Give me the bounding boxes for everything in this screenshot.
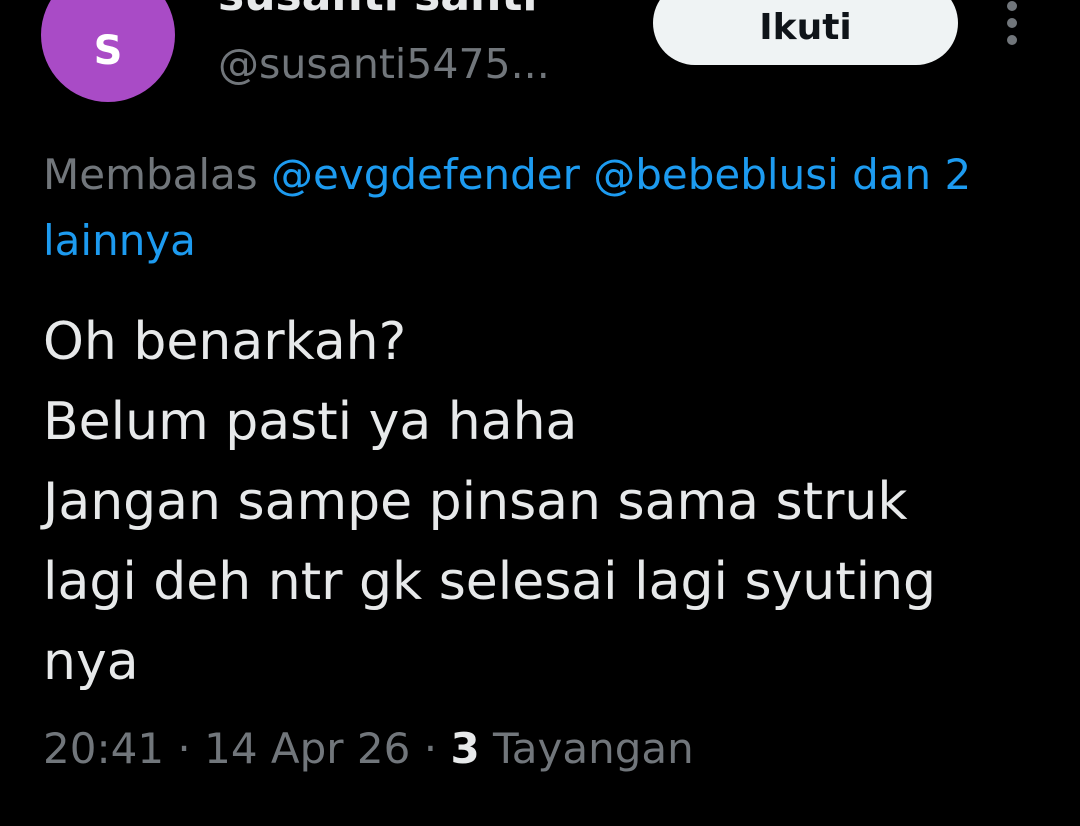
tweet-line: nya bbox=[43, 632, 139, 692]
views-label: Tayangan bbox=[493, 724, 694, 773]
more-options-button[interactable] bbox=[992, 0, 1032, 48]
tweet-line: Jangan sampe pinsan sama struk bbox=[43, 472, 908, 532]
author-display-name[interactable]: susanti santi bbox=[218, 0, 537, 21]
tweet-text: Oh benarkah? Belum pasti ya haha Jangan … bbox=[43, 302, 1063, 702]
avatar-letter: S bbox=[93, 28, 123, 74]
mention-bebeblusi[interactable]: @bebeblusi bbox=[593, 150, 839, 199]
tweet-line: Belum pasti ya haha bbox=[43, 392, 578, 452]
mention-evgdefender[interactable]: @evgdefender bbox=[271, 150, 580, 199]
views-count: 3 bbox=[450, 724, 480, 773]
avatar[interactable]: S bbox=[41, 0, 175, 102]
replying-to: Membalas @evgdefender @bebeblusi dan 2 l… bbox=[43, 142, 1073, 274]
more-vertical-icon bbox=[1007, 1, 1017, 45]
author-handle[interactable]: @susanti5475... bbox=[218, 40, 550, 88]
tweet-line: Oh benarkah? bbox=[43, 312, 407, 372]
tweet-line: lagi deh ntr gk selesai lagi syuting bbox=[43, 552, 937, 612]
follow-button[interactable]: Ikuti bbox=[653, 0, 958, 65]
tweet-time[interactable]: 20:41 bbox=[43, 724, 164, 773]
tweet-date[interactable]: 14 Apr 26 bbox=[204, 724, 410, 773]
replying-to-prefix: Membalas bbox=[43, 150, 272, 199]
meta-separator: · bbox=[423, 724, 438, 773]
tweet-meta: 20:41 · 14 Apr 26 · 3 Tayangan bbox=[43, 724, 694, 773]
meta-separator: · bbox=[177, 724, 191, 773]
